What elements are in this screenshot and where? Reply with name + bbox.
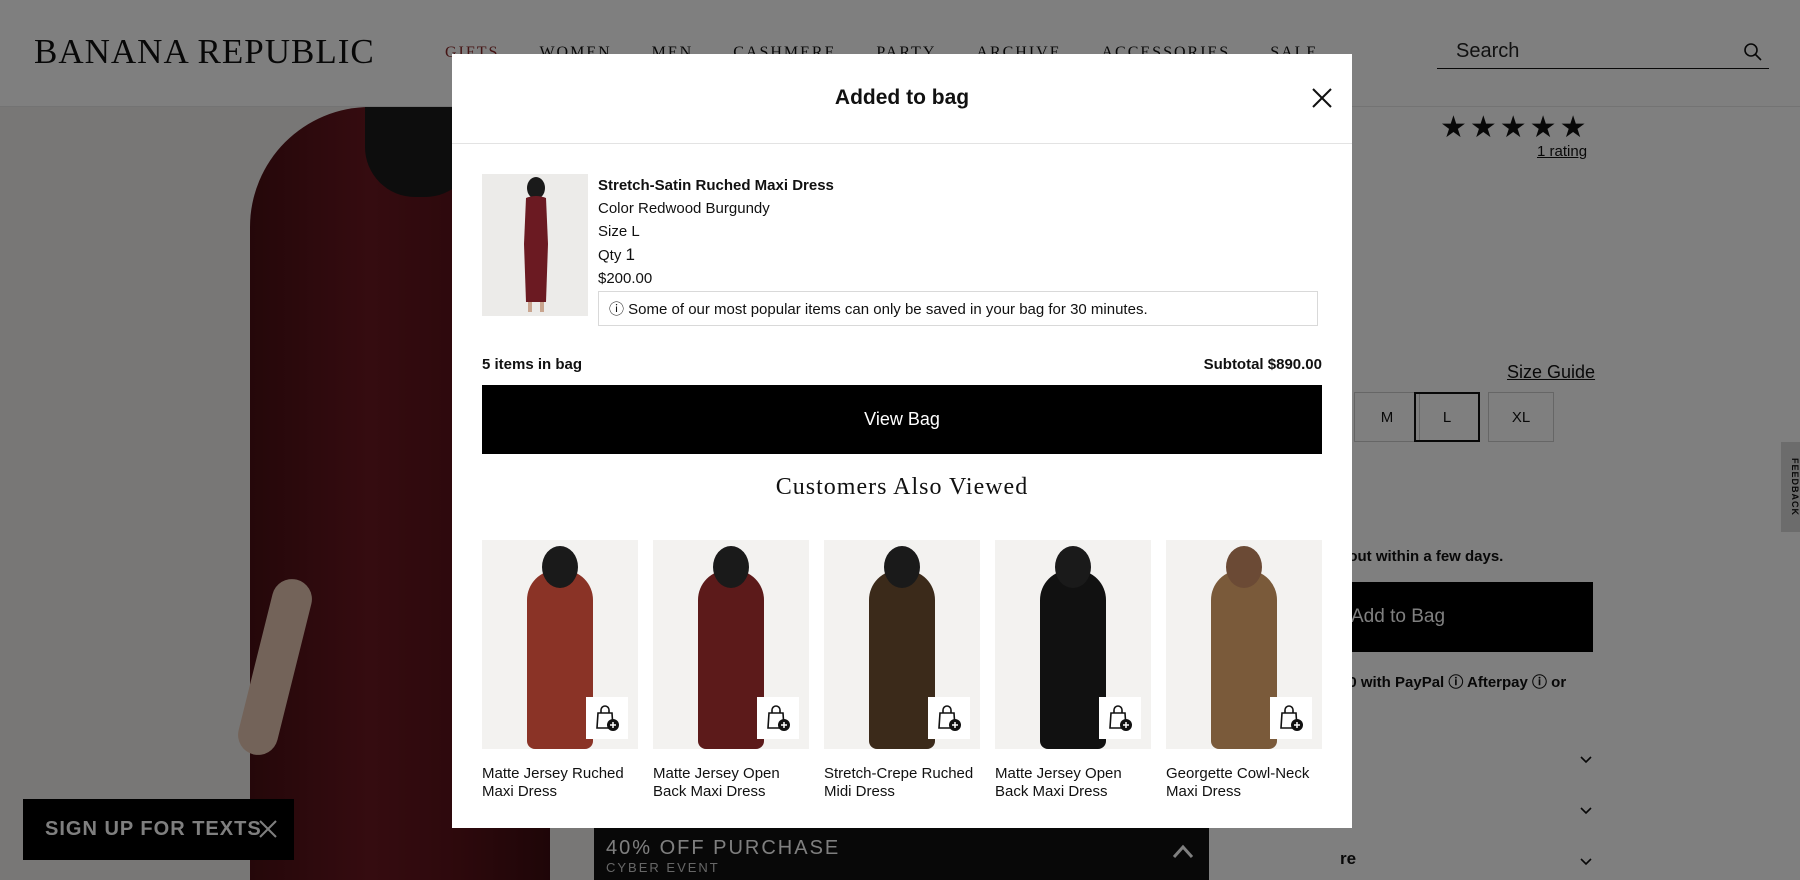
recommendation-card[interactable]: Matte Jersey Open Back Maxi Dress — [653, 540, 809, 801]
dress-figure — [869, 570, 935, 749]
quick-add-bag-icon[interactable] — [928, 697, 970, 739]
added-to-bag-modal: Added to bag Stretch-Satin Ruched Maxi D… — [452, 54, 1352, 828]
item-qty: Qty 1 — [598, 243, 834, 267]
bag-plus-icon — [1109, 705, 1132, 731]
item-name: Stretch-Satin Ruched Maxi Dress — [598, 177, 834, 194]
bag-item-count: 5 items in bag — [482, 356, 583, 373]
bag-subtotal: Subtotal $890.00 — [1203, 356, 1322, 373]
item-qty-value: 1 — [625, 245, 635, 264]
quick-add-bag-icon[interactable] — [757, 697, 799, 739]
recommendation-image[interactable] — [482, 540, 638, 749]
model-head — [713, 546, 749, 588]
dress-thumbnail-graphic — [524, 177, 548, 312]
dress-figure — [1211, 570, 1277, 749]
recommendation-card[interactable]: Matte Jersey Ruched Maxi Dress — [482, 540, 638, 801]
recommendation-name[interactable]: Georgette Cowl-Neck Maxi Dress — [1166, 765, 1322, 801]
model-head — [884, 546, 920, 588]
view-bag-button[interactable]: View Bag — [482, 385, 1322, 454]
also-viewed-title: Customers Also Viewed — [775, 474, 1029, 500]
recommendation-name[interactable]: Matte Jersey Open Back Maxi Dress — [995, 765, 1151, 801]
quick-add-bag-icon[interactable] — [1270, 697, 1312, 739]
recommendation-image[interactable] — [653, 540, 809, 749]
item-qty-label: Qty — [598, 247, 622, 264]
divider — [452, 143, 1352, 144]
recommendation-card[interactable]: Georgette Cowl-Neck Maxi Dress — [1166, 540, 1322, 801]
close-icon[interactable] — [1311, 87, 1333, 109]
added-item-image — [482, 174, 588, 316]
recommendation-card[interactable]: Stretch-Crepe Ruched Midi Dress — [824, 540, 980, 801]
bag-plus-icon — [767, 705, 790, 731]
bag-plus-icon — [596, 705, 619, 731]
dress-figure — [527, 570, 593, 749]
recommendation-name[interactable]: Matte Jersey Open Back Maxi Dress — [653, 765, 809, 801]
added-item-details: Stretch-Satin Ruched Maxi Dress Color Re… — [598, 174, 834, 290]
model-head — [542, 546, 578, 588]
item-color: Color Redwood Burgundy — [598, 200, 770, 217]
quick-add-bag-icon[interactable] — [586, 697, 628, 739]
recommendation-image[interactable] — [1166, 540, 1322, 749]
recommendation-name[interactable]: Matte Jersey Ruched Maxi Dress — [482, 765, 638, 801]
recommendation-card[interactable]: Matte Jersey Open Back Maxi Dress — [995, 540, 1151, 801]
recommendation-image[interactable] — [824, 540, 980, 749]
item-size: Size L — [598, 223, 640, 240]
model-head — [1055, 546, 1091, 588]
model-head — [1226, 546, 1262, 588]
bag-hold-notice: ⓘ Some of our most popular items can onl… — [598, 291, 1318, 326]
bag-plus-icon — [938, 705, 961, 731]
bag-plus-icon — [1280, 705, 1303, 731]
item-price: $200.00 — [598, 270, 653, 287]
dress-figure — [1040, 570, 1106, 749]
recommendation-name[interactable]: Stretch-Crepe Ruched Midi Dress — [824, 765, 980, 801]
quick-add-bag-icon[interactable] — [1099, 697, 1141, 739]
recommendation-image[interactable] — [995, 540, 1151, 749]
dress-figure — [698, 570, 764, 749]
modal-title: Added to bag — [834, 86, 970, 109]
